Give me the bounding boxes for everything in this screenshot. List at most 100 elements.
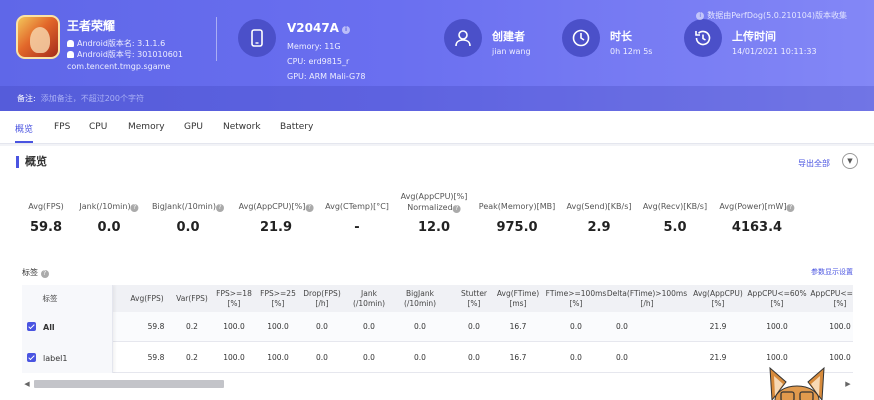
android-icon [67,40,74,47]
table-cell: 0.0 [414,353,426,362]
metric-value: 975.0 [496,220,538,235]
metric-label: Avg(FPS) [28,202,64,211]
report-header: 王者荣耀 Android版本名: 3.1.1.6 Android版本号: 301… [0,0,874,111]
history-icon [684,19,722,57]
tab-gpu[interactable]: GPU [184,122,203,132]
creator-label: 创建者 [492,30,525,43]
metric-label: BigJank(/10min)? [152,201,224,212]
notes-label: 备注: [17,94,36,103]
table-cell: 0.2 [186,353,198,362]
scroll-left-icon[interactable]: ◀ [22,379,32,389]
column-header: AppCPU<=60% [%] [747,288,807,308]
metric-label: Avg(CTemp)[°C] [325,202,389,211]
tab-cpu[interactable]: CPU [89,122,107,132]
upload-value: 14/01/2021 10:11:33 [732,47,817,56]
tab-battery[interactable]: Battery [280,122,313,132]
param-settings-link[interactable]: 参数显示设置 [811,267,853,277]
device-cpu: CPU: erd9815_r [287,57,350,66]
table-cell: 0.0 [414,322,426,331]
help-icon[interactable]: ? [452,205,461,213]
app-name: 王者荣耀 [67,19,116,33]
column-header: FTime>=100ms [%] [545,288,607,308]
table-cell: 0.0 [570,322,582,331]
tab-fps[interactable]: FPS [54,122,70,132]
export-all-link[interactable]: 导出全部 [798,158,830,169]
row-label-all: All [43,323,55,332]
metric-value: 5.0 [663,220,687,235]
column-header: Jank (/10min) [352,288,386,308]
table-row[interactable] [22,312,853,342]
column-header: Avg(AppCPU) [%] [693,288,743,308]
row-label-label1: label1 [43,354,68,363]
phone-icon [238,19,276,57]
column-header: Avg(FPS) [130,293,164,303]
table-cell: 0.0 [363,353,375,362]
scroll-thumb[interactable] [34,380,224,388]
checkbox-label1[interactable] [27,353,36,362]
metric-value: 2.9 [587,220,611,235]
metric-value: 4163.4 [731,220,783,235]
table-cell: 100.0 [223,353,245,362]
column-header: BigJank (/10min) [403,288,437,308]
table-cell: 100.0 [829,322,851,331]
tab-network[interactable]: Network [223,122,261,132]
android-version: Android版本名: 3.1.1.6 [67,38,165,49]
metric-value: 12.0 [417,220,451,235]
table-cell: 0.0 [570,353,582,362]
table-cell: 0.0 [616,353,628,362]
tab-overview[interactable]: 概览 [15,122,34,143]
column-header: AppCPU<=80%[%] [810,288,853,308]
metric-label: Jank(/10min)? [79,201,139,212]
metric-value: 0.0 [176,220,200,235]
user-icon [444,19,482,57]
checkbox-all[interactable] [27,322,36,331]
table-row[interactable] [22,343,853,373]
summary-table: Avg(FPS) Var(FPS) FPS>=18 [%] FPS>=25 [%] … [22,285,853,373]
info-icon[interactable]: i [341,26,350,34]
help-icon[interactable]: ? [130,204,139,212]
table-cell: 0.0 [468,322,480,331]
metric-value: - [354,220,360,235]
tab-memory[interactable]: Memory [128,122,165,132]
creator-value: jian wang [492,47,531,56]
device-gpu: GPU: ARM Mali-G78 [287,72,366,81]
column-header: Delta(FTime)>100ms [/h] [606,288,688,308]
duration-label: 时长 [610,30,632,43]
column-header: Drop(FPS) [/h] [303,288,341,308]
metric-label: Avg(Recv)[KB/s] [642,202,708,211]
info-icon: i [696,12,705,20]
metric-label: Avg(Power)[mW]? [719,201,795,212]
metric-label: Peak(Memory)[MB] [478,202,556,211]
scroll-right-icon[interactable]: ▶ [843,379,853,389]
table-cell: 0.2 [186,322,198,331]
app-icon [16,15,60,59]
chevron-down-icon: ▼ [847,157,853,165]
table-cell: 0.0 [316,322,328,331]
help-icon[interactable]: ? [786,204,795,212]
perfdog-mascot-icon [769,366,825,400]
device-memory: Memory: 11G [287,42,341,51]
help-icon[interactable]: ? [40,270,49,278]
horizontal-scrollbar[interactable]: ◀ ▶ [22,379,853,389]
table-cell: 0.0 [363,322,375,331]
metric-value: 21.9 [259,220,293,235]
column-header: FPS>=18 [%] [216,288,252,308]
table-cell: 0.0 [616,322,628,331]
notes-input[interactable]: 添加备注，不超过200个字符 [41,94,144,103]
table-cell: 100.0 [267,353,289,362]
table-cell: 0.0 [468,353,480,362]
notes-bar[interactable]: 备注: 添加备注，不超过200个字符 [0,86,874,111]
table-cell: 59.8 [147,322,165,331]
help-icon[interactable]: ? [305,204,314,212]
package-name: com.tencent.tmgp.sgame [67,62,171,71]
table-cell: 100.0 [766,322,788,331]
table-cell: 100.0 [829,353,851,362]
tags-label: 标签 ? [22,267,49,278]
metric-label: Avg(AppCPU)[%] Normalized? [400,192,468,213]
clock-icon [562,19,600,57]
help-icon[interactable]: ? [215,204,224,212]
device-name: V2047A i [287,21,350,35]
metric-value: 59.8 [29,220,63,235]
collapse-button[interactable]: ▼ [842,153,858,169]
metric-value: 0.0 [97,220,121,235]
